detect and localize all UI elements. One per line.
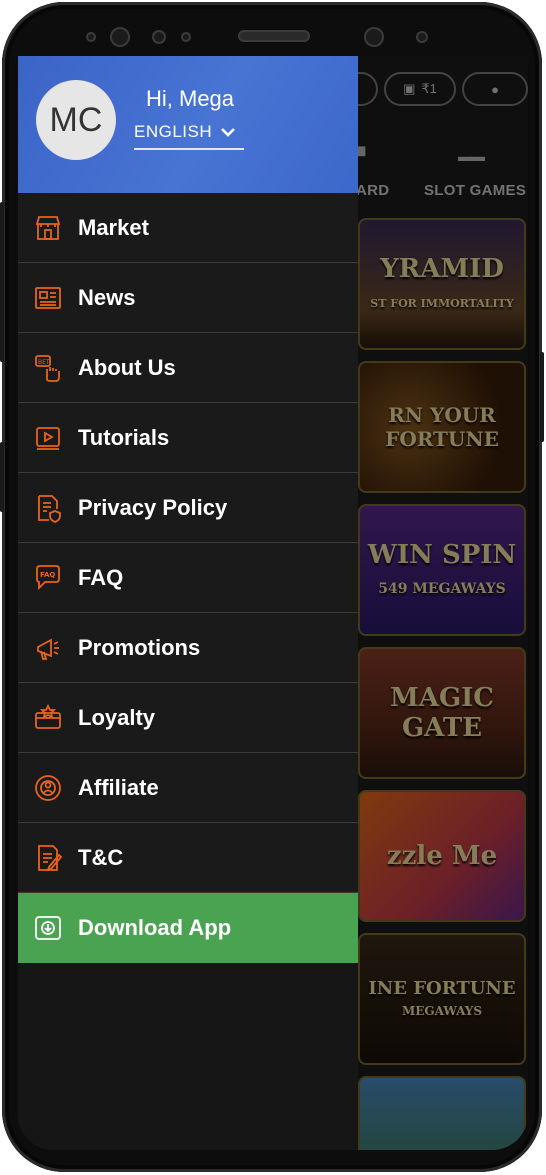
menu-item-label: T&C [78, 844, 124, 870]
screen: ‹ ▣ ₹1 ● ▀ ▬▬ ARD SLOT GAMES YRAMIDST FO… [18, 56, 528, 1150]
menu-item-label: About Us [78, 354, 176, 380]
user-greeting: Hi, Mega [146, 86, 235, 111]
iris-scanner-icon [364, 27, 384, 47]
sensor-icon [181, 32, 191, 42]
about-us-icon: BET [35, 354, 60, 382]
menu-item-label: Market [78, 214, 149, 240]
menu-item-about-us[interactable]: BET About Us [18, 333, 358, 403]
sensor-icon [152, 30, 166, 44]
menu-item-news[interactable]: News [18, 263, 358, 333]
navigation-drawer: MC Hi, Mega ENGLISH Market News BET Abou… [18, 56, 358, 1150]
menu-item-label: News [78, 284, 136, 310]
speaker-grille [238, 30, 310, 42]
menu-item-download-app[interactable]: Download App [18, 893, 358, 963]
market-icon [35, 215, 61, 240]
phone-top-bezel [2, 2, 542, 62]
menu-item-loyalty[interactable]: Loyalty [18, 683, 358, 753]
news-icon [35, 286, 61, 309]
power-button [540, 352, 544, 442]
assistant-button [0, 442, 4, 512]
menu-item-label: FAQ [78, 564, 124, 590]
phone-frame: ‹ ▣ ₹1 ● ▀ ▬▬ ARD SLOT GAMES YRAMIDST FO… [0, 2, 544, 1172]
language-label: ENGLISH [134, 122, 213, 141]
menu-item-tutorials[interactable]: Tutorials [18, 403, 358, 473]
menu-item-label: Tutorials [78, 424, 170, 450]
privacy-policy-icon [38, 494, 61, 523]
promotions-icon [37, 637, 59, 660]
menu-item-tnc[interactable]: T&C [18, 823, 358, 893]
loyalty-icon [35, 703, 61, 729]
menu-item-label: Download App [78, 915, 232, 940]
front-camera-icon [110, 27, 130, 47]
menu-item-label: Promotions [78, 634, 201, 660]
svg-text:BET: BET [38, 359, 50, 366]
language-selector[interactable]: ENGLISH [134, 122, 244, 150]
menu-item-market[interactable]: Market [18, 193, 358, 263]
affiliate-icon [35, 774, 61, 801]
drawer-overlay[interactable] [358, 56, 528, 1150]
svg-text:FAQ: FAQ [40, 571, 55, 579]
drawer-header: MC Hi, Mega ENGLISH [18, 56, 358, 193]
menu-item-promotions[interactable]: Promotions [18, 613, 358, 683]
menu-item-label: Privacy Policy [78, 494, 228, 520]
sensor-icon [86, 32, 96, 42]
menu-item-label: Loyalty [78, 704, 156, 730]
download-app-icon [35, 916, 61, 940]
drawer-menu: Market News BET About Us Tutorials Priva… [18, 193, 358, 963]
volume-button [0, 202, 4, 362]
menu-item-faq[interactable]: FAQ FAQ [18, 543, 358, 613]
sensor-icon [416, 31, 428, 43]
tnc-icon [38, 844, 63, 871]
menu-item-affiliate[interactable]: Affiliate [18, 753, 358, 823]
tutorials-icon [36, 426, 60, 450]
avatar[interactable]: MC [36, 80, 116, 160]
menu-item-label: Affiliate [78, 774, 159, 800]
chevron-down-icon [221, 128, 236, 137]
faq-icon: FAQ [36, 564, 60, 590]
menu-item-privacy-policy[interactable]: Privacy Policy [18, 473, 358, 543]
